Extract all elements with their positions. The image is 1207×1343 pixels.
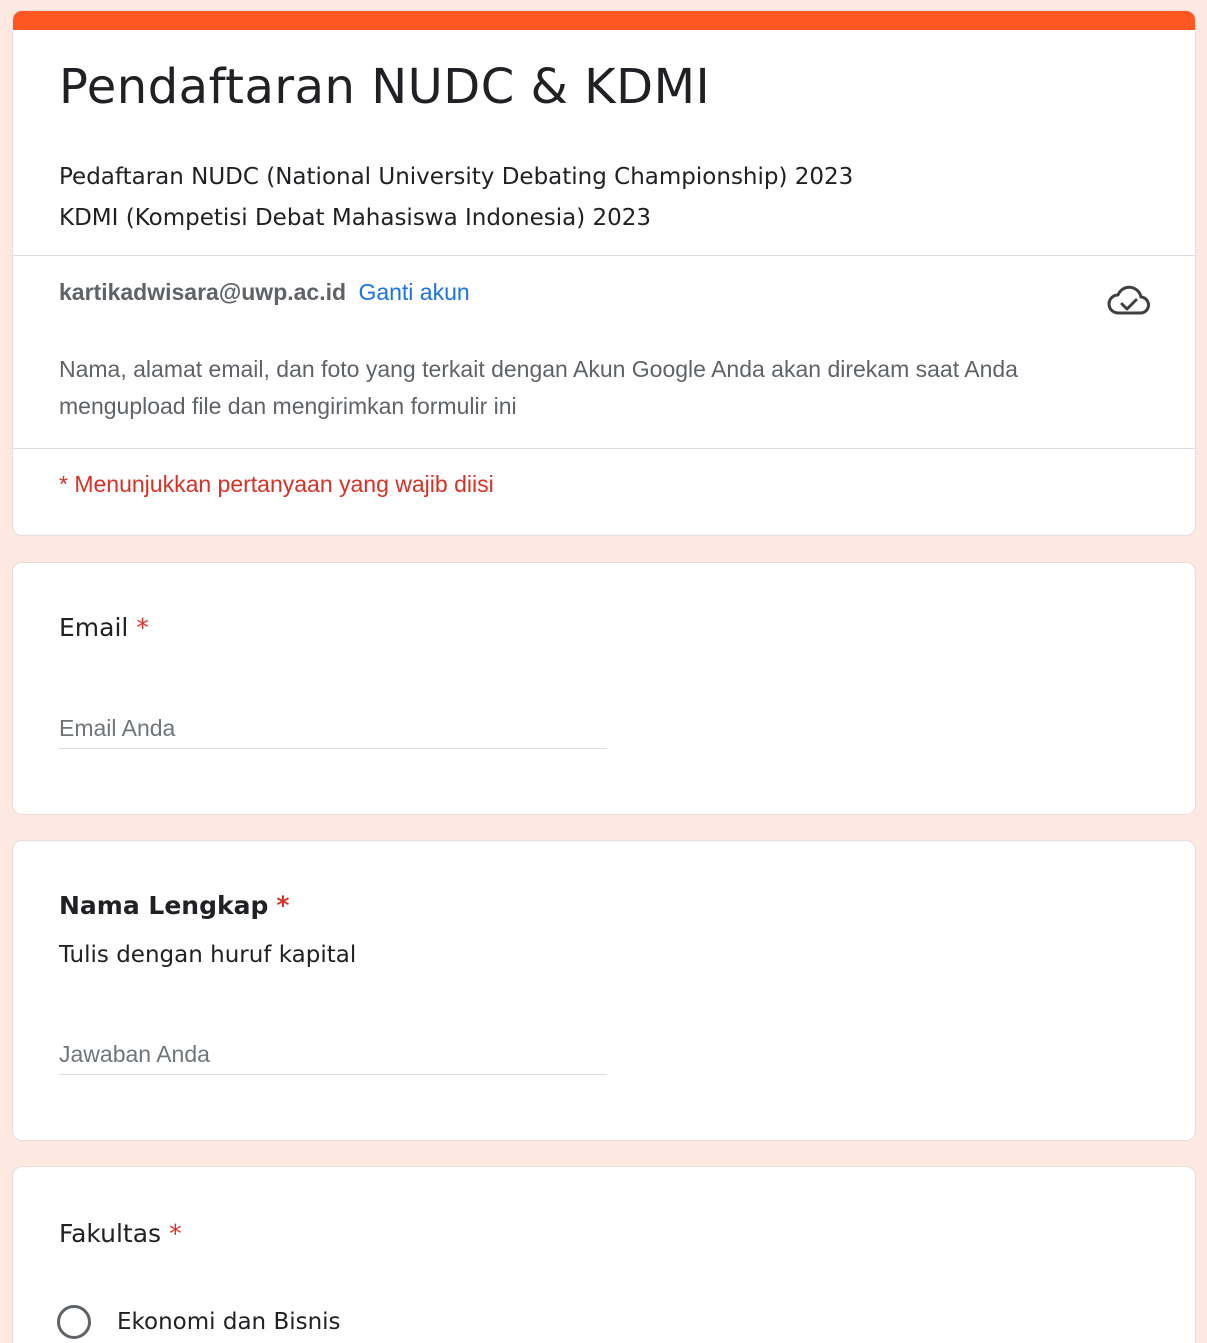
question-card-faculty: Fakultas * Ekonomi dan Bisnis (12, 1166, 1196, 1343)
question-title: Fakultas * (59, 1219, 182, 1248)
form-description-line: Pedaftaran NUDC (National University Deb… (59, 164, 854, 190)
radio-button[interactable] (57, 1305, 91, 1339)
question-title-text: Fakultas (59, 1219, 162, 1248)
question-title-text: Email (59, 613, 129, 642)
form-title: Pendaftaran NUDC & KDMI (59, 59, 711, 115)
form-page: Pendaftaran NUDC & KDMI Pedaftaran NUDC … (0, 0, 1207, 1343)
required-note: * Menunjukkan pertanyaan yang wajib diis… (59, 471, 494, 497)
full-name-input[interactable] (59, 1035, 607, 1075)
question-title: Nama Lengkap * (59, 891, 289, 920)
required-star: * (169, 1219, 182, 1248)
switch-account-link[interactable]: Ganti akun (358, 279, 469, 305)
question-title-text: Nama Lengkap (59, 891, 269, 920)
form-description-line: KDMI (Kompetisi Debat Mahasiswa Indonesi… (59, 205, 652, 231)
cloud-check-icon[interactable] (1107, 283, 1151, 319)
form-description: Pedaftaran NUDC (National University Deb… (59, 157, 853, 239)
required-star: * (136, 613, 149, 642)
header-accent-bar (13, 11, 1195, 30)
radio-option[interactable]: Ekonomi dan Bisnis (57, 1305, 341, 1339)
question-card-email: Email * (12, 562, 1196, 815)
account-notice: Nama, alamat email, dan foto yang terkai… (59, 356, 1018, 419)
form-header-card: Pendaftaran NUDC & KDMI Pedaftaran NUDC … (12, 10, 1196, 536)
notice-divider (13, 448, 1195, 449)
header-divider (13, 255, 1195, 256)
account-email: kartikadwisara@uwp.ac.id (59, 279, 347, 305)
account-row: kartikadwisara@uwp.ac.id Ganti akun (59, 279, 470, 306)
required-star: * (276, 891, 290, 920)
email-input[interactable] (59, 709, 607, 749)
question-title: Email * (59, 613, 149, 642)
question-help-text: Tulis dengan huruf kapital (59, 942, 357, 968)
question-card-full-name: Nama Lengkap * Tulis dengan huruf kapital (12, 840, 1196, 1141)
radio-option-label: Ekonomi dan Bisnis (117, 1309, 341, 1335)
